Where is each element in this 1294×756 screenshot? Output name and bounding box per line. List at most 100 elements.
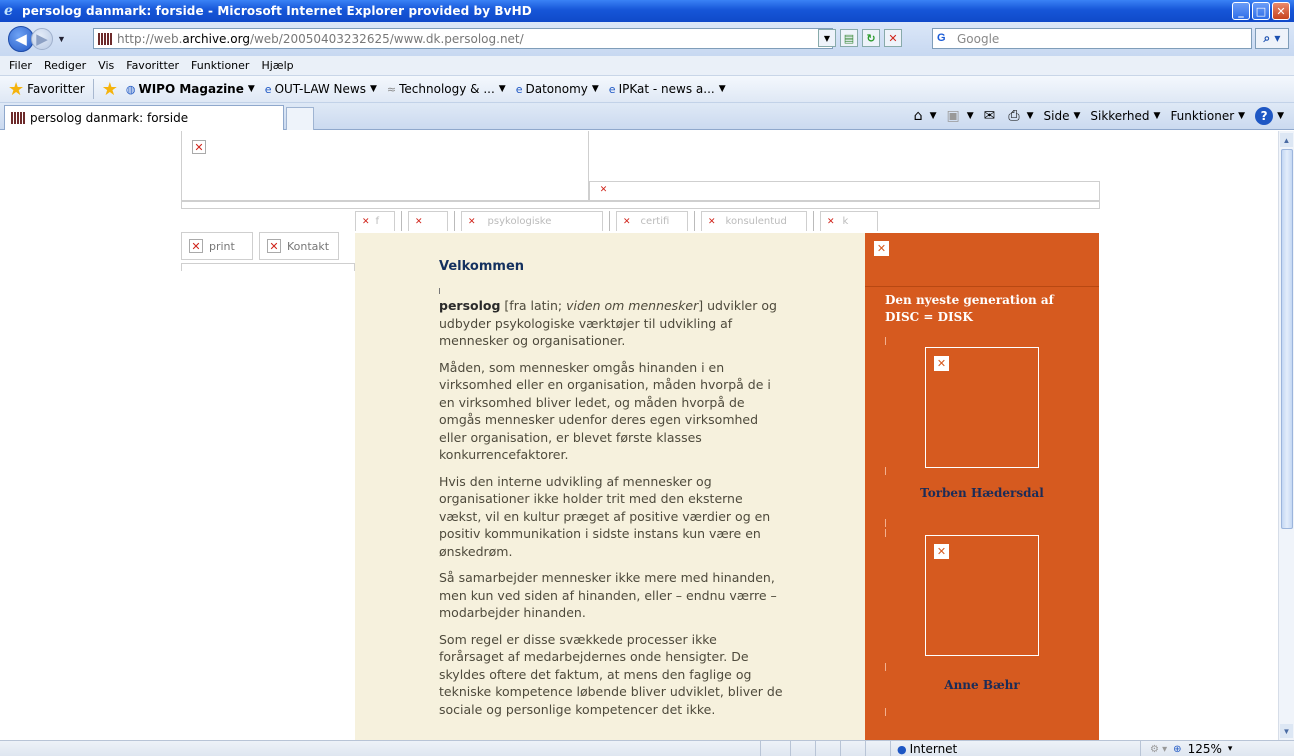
refresh-icon[interactable]: ↻ (862, 29, 880, 47)
broken-image-icon: ✕ (934, 356, 949, 371)
history-dropdown-icon[interactable]: ▼ (57, 34, 66, 44)
spacer-mark (885, 519, 886, 527)
print-button[interactable]: ⎙ ▼ (1008, 108, 1033, 124)
page-viewport: ✕ ✕ ✕ f ✕ ✕ psykologiske ✕ certifi ✕ konsule… (0, 131, 1278, 740)
nav-item-konsulentud[interactable]: ✕ konsulentud (701, 211, 807, 231)
spacer-mark (885, 529, 886, 537)
command-bar: ⌂ ▼ ▣ ▼ ✉ ⎙ ▼ Side ▼ Sikkerhed ▼ Funktioner ▼ … (904, 107, 1284, 125)
favorites-separator (92, 79, 94, 99)
menu-bar: Filer Rediger Vis Favoritter Funktioner … (0, 56, 1294, 76)
forward-button[interactable]: ▶ (31, 28, 53, 50)
help-menu[interactable]: ? ▼ (1255, 107, 1284, 125)
left-column-rule (181, 263, 355, 271)
broken-image-icon: ✕ (267, 239, 281, 253)
security-zone[interactable]: ● Internet (897, 741, 957, 756)
favorites-bar: ★ Favoritter ★ ◍ WIPO Magazine ▼ e OUT-LAW … (0, 76, 1294, 103)
tab-persolog[interactable]: persolog danmark: forside (4, 105, 284, 130)
top-navigation: ✕ f ✕ ✕ psykologiske ✕ certifi ✕ konsulentud… (355, 209, 884, 231)
fav-link-outlaw[interactable]: e OUT-LAW News ▼ (265, 82, 377, 96)
scroll-up-icon[interactable]: ▲ (1280, 133, 1293, 147)
favorites-button[interactable]: Favoritter (27, 82, 85, 96)
fav-link-datonomy[interactable]: e Datonomy ▼ (516, 82, 599, 96)
scroll-thumb[interactable] (1281, 149, 1293, 529)
menu-funktioner[interactable]: Funktioner (191, 59, 249, 72)
sidebar-heading: Den nyeste generation af DISC = DISK (885, 293, 1054, 324)
broken-image-icon: ✕ (934, 544, 949, 559)
nav-item-k[interactable]: ✕ k (820, 211, 878, 231)
zoom-control[interactable]: ⚙ ▾ ⊕ 125% ▾ (1150, 741, 1232, 756)
broken-image-icon: ✕ (192, 140, 206, 154)
address-dropdown-icon[interactable]: ▼ (818, 29, 836, 47)
zoom-icon: ⊕ (1173, 743, 1182, 755)
portrait-anne[interactable]: ✕ (925, 535, 1039, 656)
intro-paragraph: persolog [fra latin; viden om mennesker]… (439, 298, 777, 348)
home-button[interactable]: ⌂ ▼ (914, 108, 937, 124)
vertical-scrollbar[interactable]: ▲ ▼ (1278, 131, 1294, 740)
close-button[interactable]: ✕ (1272, 2, 1290, 20)
ie-page-icon: e (608, 82, 616, 96)
broken-image-icon: ✕ (597, 184, 610, 196)
help-icon: ? (1255, 107, 1274, 125)
status-bar: ● Internet ⚙ ▾ ⊕ 125% ▾ (0, 740, 1294, 756)
spacer-mark (885, 467, 886, 475)
nav-item-psykologiske[interactable]: ✕ psykologiske (461, 211, 603, 231)
status-divider (840, 741, 841, 756)
search-field[interactable]: G Google (932, 28, 1252, 49)
portrait-torben[interactable]: ✕ (925, 347, 1039, 468)
status-divider (760, 741, 761, 756)
fav-link-technology[interactable]: ≈ Technology & ... ▼ (387, 82, 506, 96)
wipo-icon: ◍ (125, 82, 136, 96)
safety-menu[interactable]: Sikkerhed ▼ (1090, 109, 1160, 123)
menu-vis[interactable]: Vis (98, 59, 114, 72)
menu-filer[interactable]: Filer (9, 59, 32, 72)
person-name-anne[interactable]: Anne Bæhr (865, 678, 1099, 692)
nav-item-certifi[interactable]: ✕ certifi (616, 211, 688, 231)
status-divider (1140, 741, 1141, 756)
feed-icon: ≈ (386, 82, 397, 96)
feed-icon: ▣ (946, 108, 960, 124)
search-button[interactable]: ⌕ ▾ (1255, 28, 1289, 49)
fav-link-ipkat[interactable]: e IPKat - news a... ▼ (609, 82, 726, 96)
paragraph: Som regel er disse svækkede processer ik… (439, 631, 783, 717)
protected-mode-icon: ⚙ ▾ (1150, 743, 1168, 755)
menu-favoritter[interactable]: Favoritter (126, 59, 179, 72)
feeds-button[interactable]: ▣ ▼ (946, 108, 973, 124)
url-prefix: http://web. (117, 31, 183, 46)
compatibility-icon[interactable]: ▤ (840, 29, 858, 47)
menu-rediger[interactable]: Rediger (44, 59, 86, 72)
print-link[interactable]: ✕ print (181, 232, 253, 260)
nav-item-blank[interactable]: ✕ (408, 211, 448, 231)
url-domain: archive.org (182, 31, 250, 46)
window-title: persolog danmark: forside - Microsoft In… (22, 4, 532, 18)
nav-item-f[interactable]: ✕ f (355, 211, 395, 231)
add-favorite-icon[interactable]: ★ (102, 79, 118, 100)
sidebar-banner: ✕ (865, 233, 1099, 287)
window-controls: _ □ ✕ (1232, 2, 1290, 20)
menu-hjaelp[interactable]: Hjælp (261, 59, 293, 72)
person-name-torben[interactable]: Torben Hædersdal (865, 486, 1099, 500)
tools-menu[interactable]: Funktioner ▼ (1170, 109, 1245, 123)
maximize-button[interactable]: □ (1252, 2, 1270, 20)
spacer-mark (439, 288, 440, 294)
address-field[interactable]: http://web. archive.org/web/2005040323262… (93, 28, 833, 49)
page-menu[interactable]: Side ▼ (1044, 109, 1081, 123)
main-content: Velkommen persolog [fra latin; viden om … (355, 233, 865, 740)
right-sidebar: ✕ Den nyeste generation af DISC = DISK ✕… (865, 233, 1099, 740)
contact-link[interactable]: ✕ Kontakt (259, 232, 339, 260)
mail-button[interactable]: ✉ (984, 108, 999, 124)
status-divider (890, 741, 891, 756)
status-divider (865, 741, 866, 756)
new-tab-button[interactable] (286, 107, 314, 130)
window-titlebar: e persolog danmark: forside - Microsoft … (0, 0, 1294, 22)
fav-link-wipo[interactable]: ◍ WIPO Magazine ▼ (126, 82, 255, 96)
minimize-button[interactable]: _ (1232, 2, 1250, 20)
favorites-star-icon[interactable]: ★ (8, 79, 24, 100)
archive-favicon-icon (11, 112, 25, 124)
google-icon: G (937, 31, 946, 44)
stop-icon[interactable]: ✕ (884, 29, 902, 47)
status-divider (815, 741, 816, 756)
paragraph: Måden, som mennesker omgås hinanden i en… (439, 359, 771, 463)
url-path: /web/20050403232625/www.dk.persolog.net/ (249, 31, 524, 46)
ie-page-icon: e (264, 82, 272, 96)
scroll-down-icon[interactable]: ▼ (1280, 724, 1293, 738)
